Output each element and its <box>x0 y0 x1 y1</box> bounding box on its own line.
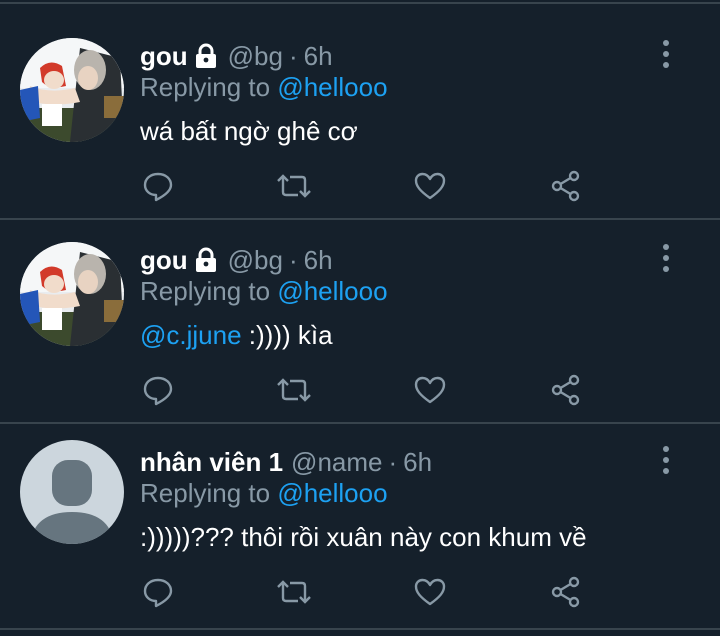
divider <box>0 422 720 424</box>
replying-to-line: Replying to @hellooo <box>140 478 388 509</box>
tweet-actions <box>140 574 600 614</box>
more-vertical-icon[interactable] <box>652 444 680 476</box>
heart-icon[interactable] <box>412 168 448 204</box>
replying-to-label: Replying to <box>140 478 278 508</box>
replying-to-mention[interactable]: @hellooo <box>277 478 387 508</box>
retweet-icon[interactable] <box>276 372 312 408</box>
heart-icon[interactable] <box>412 372 448 408</box>
tweet-header: nhân viên 1 @name · 6h <box>140 444 432 480</box>
tweet-text: @c.jjune :)))) kìa <box>140 320 333 351</box>
replying-to-label: Replying to <box>140 276 278 306</box>
replying-to-label: Replying to <box>140 72 278 102</box>
text-mention[interactable]: @c.jjune <box>140 320 242 350</box>
tweet-actions <box>140 372 600 412</box>
divider <box>0 628 720 630</box>
retweet-icon[interactable] <box>276 168 312 204</box>
tweet[interactable]: gou @bg · 6h Replying to @hellooo @c.jju… <box>0 242 720 422</box>
text-body: :)))))??? thôi rồi xuân này con khum về <box>140 522 587 552</box>
tweet-text: :)))))??? thôi rồi xuân này con khum về <box>140 522 587 553</box>
avatar[interactable] <box>20 440 124 544</box>
avatar-illustration <box>20 242 124 346</box>
display-name[interactable]: nhân viên 1 <box>140 447 283 478</box>
retweet-icon[interactable] <box>276 574 312 610</box>
share-icon[interactable] <box>548 372 584 408</box>
replying-to-mention[interactable]: @hellooo <box>277 276 387 306</box>
separator: · <box>288 40 298 71</box>
reply-icon[interactable] <box>140 168 176 204</box>
default-person-icon <box>20 440 124 544</box>
more-vertical-icon[interactable] <box>652 242 680 274</box>
display-name[interactable]: gou <box>140 245 188 276</box>
avatar[interactable] <box>20 38 124 142</box>
tweet-header: gou @bg · 6h <box>140 38 333 74</box>
share-icon[interactable] <box>548 574 584 610</box>
timeline: gou @bg · 6h Replying to @hellooo wá bất… <box>0 0 720 636</box>
text-body: wá bất ngờ ghê cơ <box>140 116 358 146</box>
timestamp[interactable]: 6h <box>304 245 333 276</box>
tweet-actions <box>140 168 600 208</box>
share-icon[interactable] <box>548 168 584 204</box>
replying-to-line: Replying to @hellooo <box>140 72 388 103</box>
heart-icon[interactable] <box>412 574 448 610</box>
divider <box>0 2 720 4</box>
reply-icon[interactable] <box>140 372 176 408</box>
handle[interactable]: @name <box>291 447 382 478</box>
tweet[interactable]: nhân viên 1 @name · 6h Replying to @hell… <box>0 440 720 624</box>
text-body: :)))) kìa <box>241 320 333 350</box>
timestamp[interactable]: 6h <box>304 41 333 72</box>
divider <box>0 218 720 220</box>
lock-icon <box>194 43 218 69</box>
timestamp[interactable]: 6h <box>403 447 432 478</box>
handle[interactable]: @bg <box>228 245 283 276</box>
tweet-header: gou @bg · 6h <box>140 242 333 278</box>
replying-to-mention[interactable]: @hellooo <box>277 72 387 102</box>
replying-to-line: Replying to @hellooo <box>140 276 388 307</box>
display-name[interactable]: gou <box>140 41 188 72</box>
separator: · <box>288 244 298 275</box>
avatar[interactable] <box>20 242 124 346</box>
tweet-text: wá bất ngờ ghê cơ <box>140 116 358 147</box>
reply-icon[interactable] <box>140 574 176 610</box>
avatar-illustration <box>20 38 124 142</box>
handle[interactable]: @bg <box>228 41 283 72</box>
lock-icon <box>194 247 218 273</box>
more-vertical-icon[interactable] <box>652 38 680 70</box>
separator: · <box>388 446 398 477</box>
tweet[interactable]: gou @bg · 6h Replying to @hellooo wá bất… <box>0 38 720 218</box>
